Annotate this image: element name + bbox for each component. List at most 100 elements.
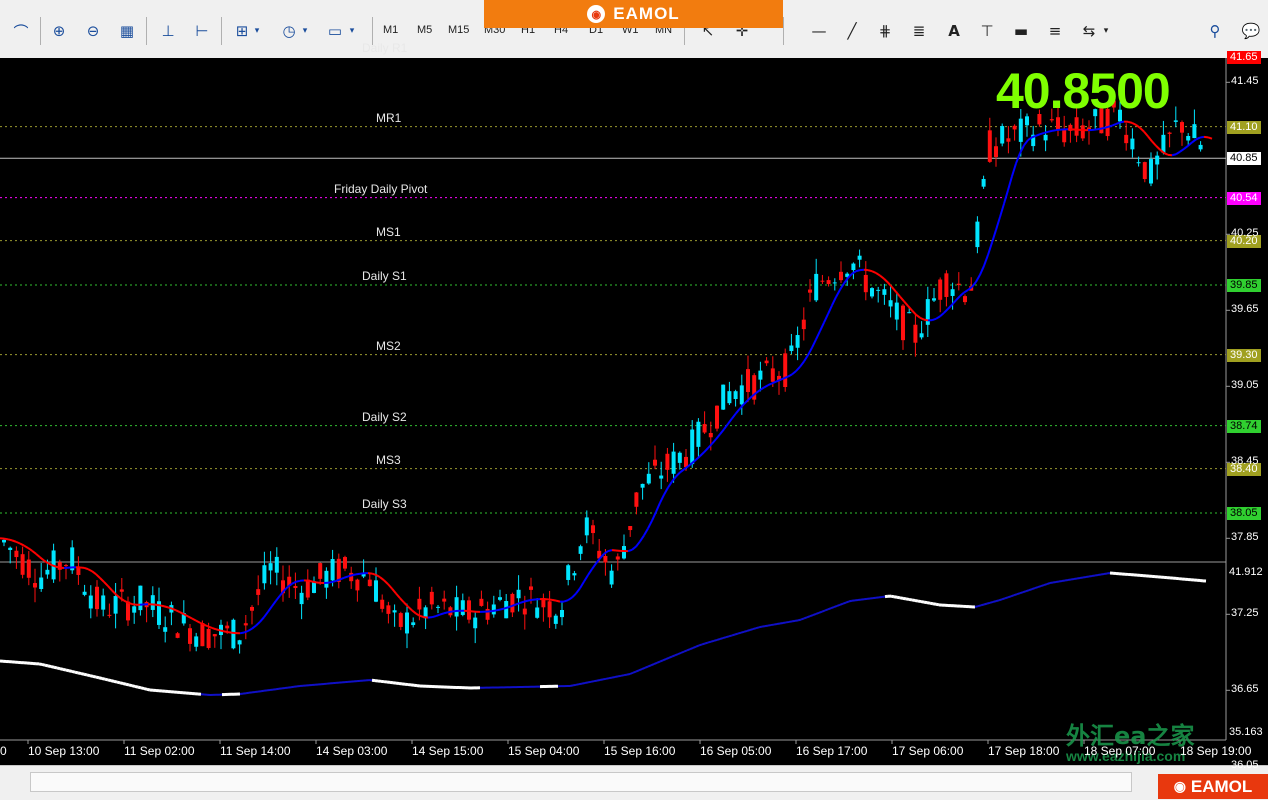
autoscroll-icon[interactable]: ⊢: [191, 20, 213, 42]
bull-candle: [659, 476, 663, 479]
moving-average-segment: [524, 601, 528, 602]
indicator-line-segment: [93, 676, 96, 677]
rectangle-icon[interactable]: ▬: [1010, 20, 1032, 42]
pivot-level-label: MS2: [376, 339, 401, 353]
price-axis-label: 37.85: [1231, 531, 1259, 543]
indicator-line-segment: [591, 681, 594, 682]
moving-average-segment: [448, 611, 452, 612]
indicator-line-segment: [825, 609, 828, 610]
moving-average-segment: [552, 600, 556, 601]
timeframe-m1[interactable]: M1: [383, 24, 398, 36]
indicator-line-segment: [930, 603, 933, 604]
bear-candle: [616, 556, 620, 559]
moving-average-segment: [1096, 129, 1100, 130]
indicator-line-segment: [111, 681, 114, 682]
chevron-down-icon[interactable]: ▾: [252, 20, 262, 42]
moving-average-segment: [1120, 122, 1124, 123]
chevron-down-icon[interactable]: ▾: [300, 20, 310, 42]
bear-candle: [529, 586, 533, 589]
bear-candle: [380, 600, 384, 609]
indicator-line-segment: [138, 687, 141, 688]
moving-average-segment: [1040, 133, 1044, 134]
pivot-level-label: Friday Daily Pivot: [334, 182, 427, 196]
channel-icon[interactable]: ≣: [908, 20, 930, 42]
indicator-line-segment: [999, 599, 1002, 600]
indicator-line-segment: [711, 641, 714, 642]
bear-candle: [33, 583, 37, 587]
chart-shift-icon[interactable]: ⊥: [157, 20, 179, 42]
text-icon[interactable]: A: [943, 20, 965, 42]
bull-candle: [982, 179, 986, 187]
indicator-line-segment: [645, 667, 648, 668]
bear-candle: [225, 626, 229, 629]
bear-candle: [256, 589, 260, 595]
zoom-in-icon[interactable]: ⊕: [48, 20, 70, 42]
chevron-down-icon[interactable]: ▾: [1101, 20, 1111, 42]
chat-icon[interactable]: 💬: [1240, 20, 1262, 42]
bear-candle: [715, 406, 719, 429]
indicator-line-segment: [759, 627, 762, 628]
price-axis-label: 36.05: [1231, 759, 1259, 771]
templates-icon[interactable]: ▭: [324, 20, 346, 42]
timeframe-m15[interactable]: M15: [448, 24, 469, 36]
indicator-line-segment: [1035, 587, 1038, 588]
bull-candle: [833, 282, 837, 283]
bull-candle: [1155, 156, 1159, 165]
time-axis-label: 15 Sep 16:00: [604, 744, 675, 758]
indicators-icon[interactable]: ⊞: [231, 20, 253, 42]
bear-candle: [820, 281, 824, 282]
indicator-line-segment: [1068, 580, 1071, 581]
zoom-out-icon[interactable]: ⊖: [82, 20, 104, 42]
moving-average-segment: [444, 612, 448, 613]
price-chart[interactable]: [0, 58, 1268, 765]
fibonacci-icon[interactable]: ≡: [1044, 20, 1066, 42]
indicator-line-segment: [1011, 595, 1014, 596]
indicator-line-segment: [1002, 598, 1005, 599]
bull-candle: [721, 385, 725, 410]
moving-average-segment: [1128, 122, 1132, 123]
indicator-line-segment: [705, 643, 708, 644]
indicator-line-segment: [636, 670, 639, 671]
status-bar: [0, 765, 1268, 800]
moving-average-segment: [1044, 132, 1048, 133]
indicator-line-segment: [579, 684, 582, 685]
bear-candle: [120, 589, 124, 591]
bull-candle: [535, 607, 539, 617]
horizontal-line-icon[interactable]: —: [808, 20, 830, 42]
moving-average-segment: [432, 616, 436, 617]
periods-clock-icon[interactable]: ◷: [278, 20, 300, 42]
moving-average-segment: [8, 539, 12, 540]
bull-candle: [83, 592, 87, 595]
bear-candle: [938, 279, 942, 299]
tile-windows-icon[interactable]: ▦: [116, 20, 138, 42]
moving-average-segment: [504, 607, 508, 608]
bull-candle: [473, 618, 477, 629]
search-icon[interactable]: ⚲: [1204, 20, 1226, 42]
indicator-line-segment: [729, 635, 732, 636]
bear-candle: [368, 580, 372, 586]
bear-candle: [21, 554, 25, 575]
indicator-line-segment: [795, 620, 798, 621]
toolbar-separator: [221, 17, 222, 45]
arrows-icon[interactable]: ⇆: [1078, 20, 1100, 42]
line-study-icon[interactable]: ⌒: [10, 20, 32, 42]
indicator-line-segment: [1038, 586, 1041, 587]
indicator-line-segment: [843, 603, 846, 604]
fibonacci-fan-icon[interactable]: ⋕: [874, 20, 896, 42]
indicator-line-segment: [1053, 582, 1056, 583]
brand-logo-icon: ◉: [587, 5, 605, 23]
pivot-price-tag: 38.05: [1227, 507, 1261, 520]
bull-candle: [151, 595, 155, 610]
indicator-line-segment: [657, 662, 660, 663]
chevron-down-icon[interactable]: ▾: [347, 20, 357, 42]
indicator-line-segment: [570, 685, 573, 686]
text-label-icon[interactable]: ⊤: [976, 20, 998, 42]
bear-candle: [765, 361, 769, 364]
moving-average-segment: [440, 613, 444, 614]
bear-candle: [523, 609, 527, 615]
bull-candle: [789, 346, 793, 352]
bear-candle: [988, 130, 992, 162]
timeframe-m5[interactable]: M5: [417, 24, 432, 36]
trendline-icon[interactable]: ╱: [841, 20, 863, 42]
bull-candle: [672, 452, 676, 474]
